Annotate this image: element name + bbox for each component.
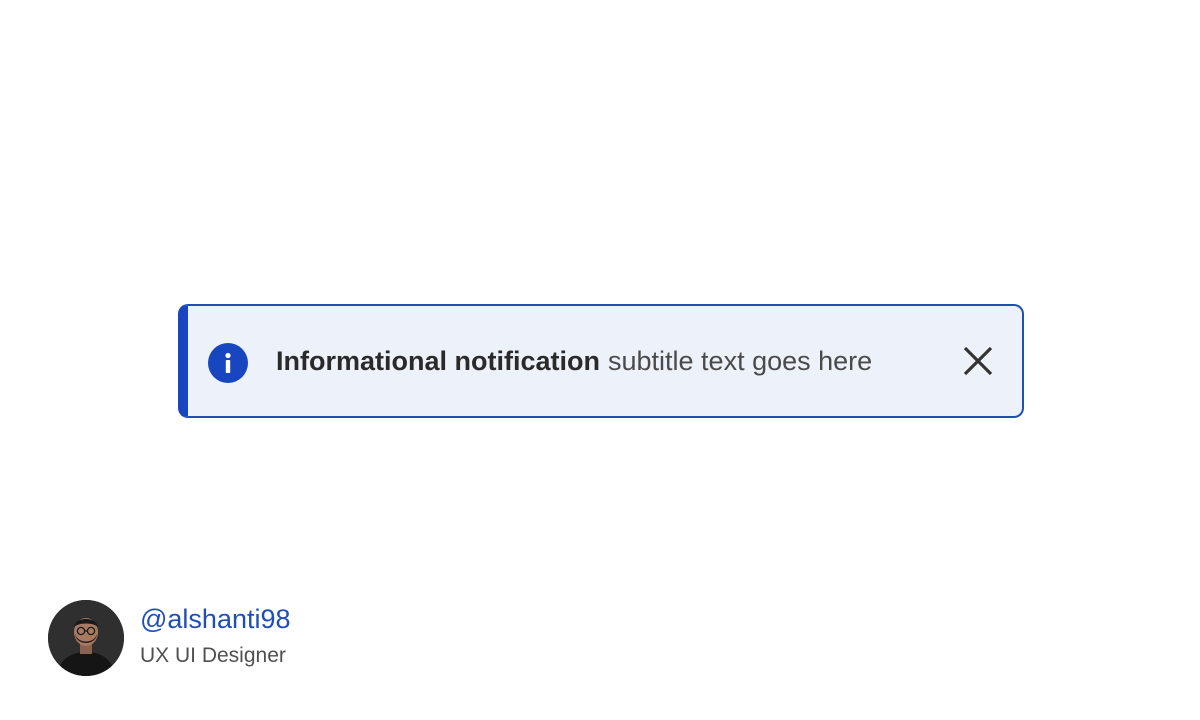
author-handle[interactable]: @alshanti98	[140, 602, 291, 636]
close-icon	[963, 346, 993, 376]
author-role: UX UI Designer	[140, 644, 286, 667]
notification-title: Informational notification	[276, 345, 600, 376]
notification-subtitle: subtitle text goes here	[608, 345, 873, 376]
info-icon	[208, 343, 248, 383]
info-notification: Informational notification subtitle text…	[178, 304, 1024, 418]
avatar	[48, 600, 124, 676]
author-info: @alshanti98 UX UI Designer	[140, 604, 291, 670]
close-button[interactable]	[958, 341, 998, 381]
author-card: @alshanti98 UX UI Designer	[48, 600, 291, 676]
notification-message: Informational notification subtitle text…	[276, 306, 872, 416]
